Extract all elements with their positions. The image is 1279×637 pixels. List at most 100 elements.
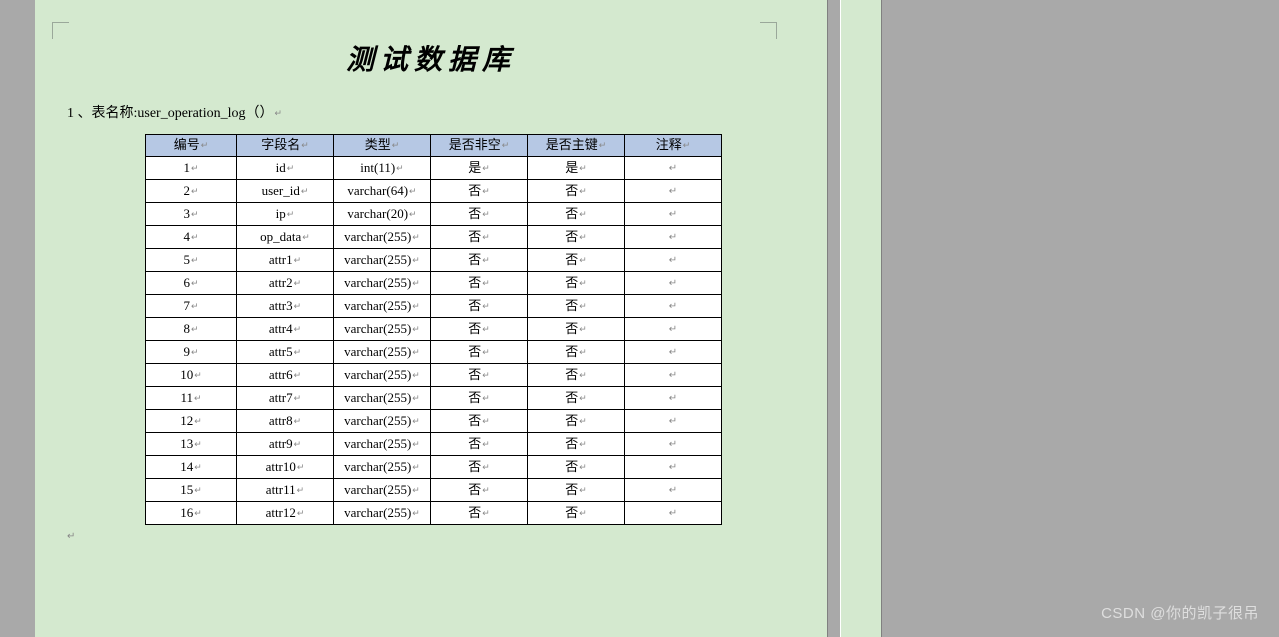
table-cell: 4↵: [146, 226, 237, 249]
table-row: 8↵attr4↵varchar(255)↵否↵否↵↵: [146, 318, 722, 341]
table-header-row: 编号↵字段名↵类型↵是否非空↵是否主键↵注释↵: [146, 135, 722, 157]
table-row: 1↵id↵int(11)↵是↵是↵↵: [146, 157, 722, 180]
column-header: 类型↵: [334, 135, 431, 157]
table-cell: attr12↵: [237, 502, 334, 525]
table-cell: 否↵: [431, 433, 528, 456]
table-cell: 否↵: [528, 226, 625, 249]
table-cell: ↵: [625, 157, 722, 180]
table-cell: ↵: [625, 433, 722, 456]
table-cell: 否↵: [528, 180, 625, 203]
table-cell: 否↵: [431, 479, 528, 502]
document-page-next: [840, 0, 882, 637]
table-cell: 否↵: [431, 318, 528, 341]
table-cell: int(11)↵: [334, 157, 431, 180]
table-cell: 11↵: [146, 387, 237, 410]
watermark: CSDN @你的凯子很吊: [1101, 602, 1259, 623]
table-row: 2↵user_id↵varchar(64)↵否↵否↵↵: [146, 180, 722, 203]
table-cell: 否↵: [431, 226, 528, 249]
table-cell: 否↵: [431, 272, 528, 295]
table-cell: 否↵: [431, 203, 528, 226]
table-row: 15↵attr11↵varchar(255)↵否↵否↵↵: [146, 479, 722, 502]
table-cell: 8↵: [146, 318, 237, 341]
viewport: 测试数据库 1 、表名称:user_operation_log（）↵ 编号↵字段…: [0, 0, 1279, 637]
table-cell: varchar(255)↵: [334, 479, 431, 502]
table-row: 3↵ip↵varchar(20)↵否↵否↵↵: [146, 203, 722, 226]
table-cell: varchar(20)↵: [334, 203, 431, 226]
table-cell: ↵: [625, 364, 722, 387]
table-cell: 是↵: [528, 157, 625, 180]
column-header: 是否非空↵: [431, 135, 528, 157]
column-header: 是否主键↵: [528, 135, 625, 157]
table-row: 5↵attr1↵varchar(255)↵否↵否↵↵: [146, 249, 722, 272]
table-cell: ↵: [625, 387, 722, 410]
table-row: 7↵attr3↵varchar(255)↵否↵否↵↵: [146, 295, 722, 318]
table-header: 编号↵字段名↵类型↵是否非空↵是否主键↵注释↵: [146, 135, 722, 157]
table-cell: ↵: [625, 410, 722, 433]
gutter: [0, 0, 35, 637]
table-row: 4↵op_data↵varchar(255)↵否↵否↵↵: [146, 226, 722, 249]
table-cell: 否↵: [528, 502, 625, 525]
table-cell: ip↵: [237, 203, 334, 226]
table-cell: varchar(255)↵: [334, 295, 431, 318]
table-cell: 否↵: [528, 318, 625, 341]
table-cell: 否↵: [431, 180, 528, 203]
table-cell: 否↵: [528, 456, 625, 479]
table-cell: 16↵: [146, 502, 237, 525]
table-cell: varchar(255)↵: [334, 272, 431, 295]
table-cell: attr5↵: [237, 341, 334, 364]
paragraph-mark-icon: ↵: [35, 531, 827, 542]
schema-table: 编号↵字段名↵类型↵是否非空↵是否主键↵注释↵ 1↵id↵int(11)↵是↵是…: [145, 134, 722, 525]
table-cell: varchar(64)↵: [334, 180, 431, 203]
section-label-text: 1 、表名称:user_operation_log（）: [67, 106, 273, 121]
table-cell: ↵: [625, 295, 722, 318]
page-title: 测试数据库: [35, 38, 827, 78]
table-cell: varchar(255)↵: [334, 387, 431, 410]
table-cell: 否↵: [528, 364, 625, 387]
table-cell: 否↵: [528, 272, 625, 295]
table-cell: attr6↵: [237, 364, 334, 387]
table-row: 6↵attr2↵varchar(255)↵否↵否↵↵: [146, 272, 722, 295]
table-cell: attr7↵: [237, 387, 334, 410]
table-cell: ↵: [625, 203, 722, 226]
table-cell: varchar(255)↵: [334, 341, 431, 364]
table-cell: 7↵: [146, 295, 237, 318]
column-header: 字段名↵: [237, 135, 334, 157]
table-cell: varchar(255)↵: [334, 226, 431, 249]
table-cell: attr11↵: [237, 479, 334, 502]
table-cell: user_id↵: [237, 180, 334, 203]
column-header: 注释↵: [625, 135, 722, 157]
paragraph-mark-icon: ↵: [273, 108, 282, 118]
table-cell: ↵: [625, 318, 722, 341]
table-cell: op_data↵: [237, 226, 334, 249]
section-label: 1 、表名称:user_operation_log（）↵: [35, 102, 827, 122]
table-cell: 14↵: [146, 456, 237, 479]
document-content: 测试数据库 1 、表名称:user_operation_log（）↵ 编号↵字段…: [35, 0, 827, 542]
table-cell: 否↵: [431, 295, 528, 318]
table-cell: 否↵: [431, 249, 528, 272]
table-cell: 3↵: [146, 203, 237, 226]
table-cell: 是↵: [431, 157, 528, 180]
table-cell: varchar(255)↵: [334, 502, 431, 525]
table-cell: attr4↵: [237, 318, 334, 341]
table-cell: 否↵: [528, 249, 625, 272]
table-cell: attr10↵: [237, 456, 334, 479]
table-cell: 否↵: [528, 203, 625, 226]
table-cell: 否↵: [431, 341, 528, 364]
table-cell: 否↵: [431, 364, 528, 387]
table-row: 9↵attr5↵varchar(255)↵否↵否↵↵: [146, 341, 722, 364]
table-row: 13↵attr9↵varchar(255)↵否↵否↵↵: [146, 433, 722, 456]
table-cell: attr8↵: [237, 410, 334, 433]
table-row: 12↵attr8↵varchar(255)↵否↵否↵↵: [146, 410, 722, 433]
table-cell: ↵: [625, 180, 722, 203]
table-cell: id↵: [237, 157, 334, 180]
table-row: 10↵attr6↵varchar(255)↵否↵否↵↵: [146, 364, 722, 387]
table-cell: varchar(255)↵: [334, 433, 431, 456]
table-cell: ↵: [625, 502, 722, 525]
table-cell: varchar(255)↵: [334, 456, 431, 479]
table-cell: 否↵: [431, 502, 528, 525]
table-cell: 否↵: [528, 433, 625, 456]
table-cell: 1↵: [146, 157, 237, 180]
table-cell: 否↵: [431, 410, 528, 433]
table-cell: ↵: [625, 226, 722, 249]
column-header: 编号↵: [146, 135, 237, 157]
